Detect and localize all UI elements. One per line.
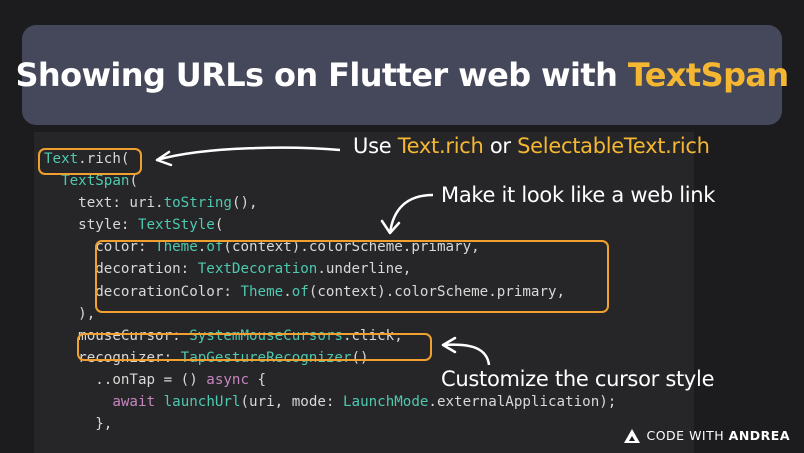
- code-line: style: TextStyle(: [44, 214, 616, 236]
- triangle-logo-icon: [624, 428, 641, 443]
- note-rich-pre: Use: [353, 134, 398, 158]
- note-rich-highlight-1: Text.rich: [397, 134, 484, 158]
- code-token: (: [214, 217, 224, 234]
- code-token: style:: [44, 217, 138, 234]
- arrow-icon-link: [380, 193, 434, 235]
- title-banner: Showing URLs on Flutter web with TextSpa…: [15, 25, 789, 125]
- highlight-box-mouse-cursor: [77, 333, 432, 361]
- code-token: },: [44, 416, 113, 433]
- brand-word-code: CODE: [646, 428, 685, 443]
- highlight-box-text-rich: [38, 148, 142, 175]
- note-web-link: Make it look like a web link: [441, 183, 716, 207]
- code-token: toString: [163, 195, 232, 212]
- code-token: await: [112, 394, 156, 411]
- code-token: TextStyle: [137, 217, 215, 234]
- arrow-icon-rich: [155, 146, 341, 167]
- title-prefix: Showing URLs on Flutter web with: [15, 56, 628, 94]
- brand-logo: CODE WITH ANDREA: [624, 428, 790, 443]
- code-token: (),: [231, 195, 258, 212]
- page-title: Showing URLs on Flutter web with TextSpa…: [15, 56, 789, 94]
- code-token: LaunchMode: [342, 394, 429, 411]
- brand-word-andrea: ANDREA: [728, 428, 790, 443]
- code-token: (uri, mode:: [240, 394, 343, 411]
- code-line: },: [44, 413, 616, 435]
- title-highlight: TextSpan: [627, 56, 789, 94]
- code-token: .externalApplication);: [428, 394, 617, 411]
- code-token: ..onTap = (): [44, 371, 207, 388]
- note-rich-highlight-2: SelectableText.rich: [517, 134, 710, 158]
- code-token: TextSpan: [61, 173, 130, 190]
- code-token: launchUrl: [163, 394, 241, 411]
- code-token: async: [206, 371, 250, 388]
- code-line: await launchUrl(uri, mode: LaunchMode.ex…: [44, 391, 616, 413]
- code-token: text: uri.: [44, 195, 164, 212]
- note-cursor-style: Customize the cursor style: [441, 367, 715, 391]
- code-token: (: [129, 173, 138, 190]
- note-text-rich: Use Text.rich or SelectableText.rich: [353, 134, 710, 158]
- note-rich-mid: or: [483, 134, 518, 158]
- highlight-box-text-style: [95, 240, 609, 313]
- code-token: ),: [44, 305, 96, 322]
- code-token: {: [249, 371, 267, 388]
- brand-word-with: WITH: [689, 428, 725, 443]
